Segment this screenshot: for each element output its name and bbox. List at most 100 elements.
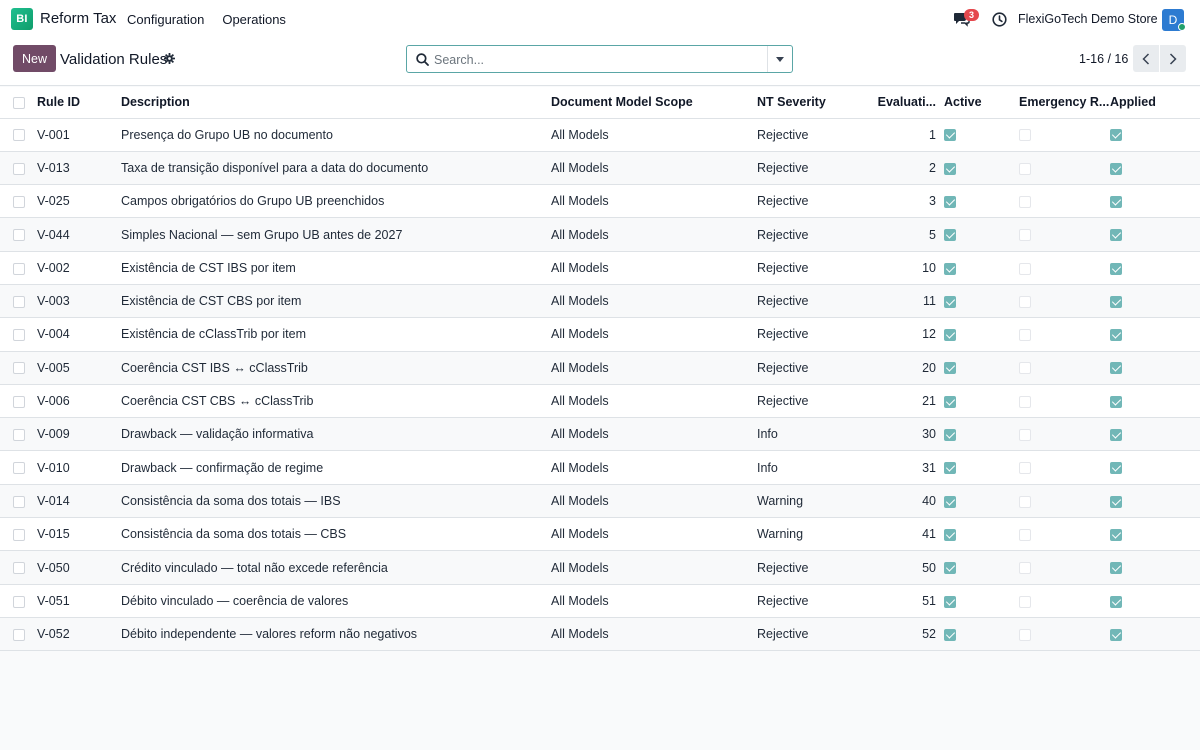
pager-previous-button[interactable] bbox=[1133, 45, 1159, 72]
row-select-checkbox[interactable] bbox=[13, 162, 25, 175]
emergency-checkbox[interactable] bbox=[1019, 595, 1031, 608]
applied-checkbox[interactable] bbox=[1110, 462, 1122, 475]
row-select-checkbox[interactable] bbox=[13, 329, 25, 342]
applied-checkbox[interactable] bbox=[1110, 495, 1122, 508]
row-select-checkbox[interactable] bbox=[13, 429, 25, 442]
active-checkbox[interactable] bbox=[944, 528, 956, 541]
applied-checkbox[interactable] bbox=[1110, 195, 1122, 208]
emergency-checkbox[interactable] bbox=[1019, 195, 1031, 208]
table-row[interactable]: V-005 Coerência CST IBS ↔ cClassTrib All M… bbox=[0, 351, 1200, 385]
emergency-checkbox[interactable] bbox=[1019, 429, 1031, 442]
column-header-scope[interactable]: Document Model Scope bbox=[551, 87, 757, 119]
row-select-checkbox[interactable] bbox=[13, 362, 25, 375]
emergency-checkbox[interactable] bbox=[1019, 162, 1031, 175]
applied-checkbox[interactable] bbox=[1110, 395, 1122, 408]
active-checkbox[interactable] bbox=[944, 495, 956, 508]
new-button[interactable]: New bbox=[13, 45, 56, 72]
row-select-checkbox[interactable] bbox=[13, 628, 25, 641]
column-header-severity[interactable]: NT Severity bbox=[757, 87, 863, 119]
row-select-checkbox[interactable] bbox=[13, 395, 25, 408]
emergency-checkbox[interactable] bbox=[1019, 329, 1031, 342]
row-select-checkbox[interactable] bbox=[13, 229, 25, 242]
column-header-rule-id[interactable]: Rule ID bbox=[37, 87, 121, 119]
applied-checkbox[interactable] bbox=[1110, 295, 1122, 308]
applied-checkbox[interactable] bbox=[1110, 429, 1122, 442]
nav-item-configuration[interactable]: Configuration bbox=[127, 12, 204, 27]
table-row[interactable]: V-003 Existência de CST CBS por item All M… bbox=[0, 284, 1200, 319]
active-checkbox[interactable] bbox=[944, 562, 956, 575]
table-row[interactable]: V-010 Drawback — confirmação de regime All… bbox=[0, 450, 1200, 485]
active-checkbox[interactable] bbox=[944, 262, 956, 275]
row-select-checkbox[interactable] bbox=[13, 295, 25, 308]
emergency-checkbox[interactable] bbox=[1019, 295, 1031, 308]
clock-icon[interactable] bbox=[992, 12, 1007, 27]
table-row[interactable]: V-015 Consistência da soma dos totais — C… bbox=[0, 517, 1200, 552]
table-row[interactable]: V-014 Consistência da soma dos totais — I… bbox=[0, 484, 1200, 519]
row-select-checkbox[interactable] bbox=[13, 495, 25, 508]
active-checkbox[interactable] bbox=[944, 229, 956, 242]
row-select-checkbox[interactable] bbox=[13, 528, 25, 541]
applied-checkbox[interactable] bbox=[1110, 129, 1122, 142]
active-checkbox[interactable] bbox=[944, 395, 956, 408]
table-row[interactable]: V-004 Existência de cClassTrib por item Al… bbox=[0, 317, 1200, 352]
emergency-checkbox[interactable] bbox=[1019, 628, 1031, 641]
applied-checkbox[interactable] bbox=[1110, 329, 1122, 342]
row-select-checkbox[interactable] bbox=[13, 562, 25, 575]
app-name[interactable]: Reform Tax bbox=[40, 10, 116, 27]
column-header-emergency[interactable]: Emergency R... bbox=[1019, 87, 1110, 119]
row-select-checkbox[interactable] bbox=[13, 129, 25, 142]
active-checkbox[interactable] bbox=[944, 162, 956, 175]
active-checkbox[interactable] bbox=[944, 429, 956, 442]
emergency-checkbox[interactable] bbox=[1019, 229, 1031, 242]
active-checkbox[interactable] bbox=[944, 195, 956, 208]
table-row[interactable]: V-050 Crédito vinculado — total não exced… bbox=[0, 550, 1200, 585]
table-row[interactable]: V-051 Débito vinculado — coerência de val… bbox=[0, 584, 1200, 618]
active-checkbox[interactable] bbox=[944, 329, 956, 342]
pager-next-button[interactable] bbox=[1160, 45, 1186, 72]
active-checkbox[interactable] bbox=[944, 362, 956, 375]
app-logo[interactable]: BI bbox=[11, 8, 33, 30]
column-header-description[interactable]: Description bbox=[121, 87, 551, 119]
applied-checkbox[interactable] bbox=[1110, 595, 1122, 608]
emergency-checkbox[interactable] bbox=[1019, 262, 1031, 275]
applied-checkbox[interactable] bbox=[1110, 262, 1122, 275]
table-row[interactable]: V-013 Taxa de transição disponível para a… bbox=[0, 151, 1200, 186]
applied-checkbox[interactable] bbox=[1110, 362, 1122, 375]
column-header-applied[interactable]: Applied bbox=[1110, 87, 1200, 119]
emergency-checkbox[interactable] bbox=[1019, 395, 1031, 408]
nav-item-operations[interactable]: Operations bbox=[222, 12, 286, 27]
select-all-checkbox[interactable] bbox=[13, 96, 25, 109]
applied-checkbox[interactable] bbox=[1110, 162, 1122, 175]
table-row[interactable]: V-025 Campos obrigatórios do Grupo UB pre… bbox=[0, 184, 1200, 219]
search-input[interactable] bbox=[434, 50, 764, 70]
applied-checkbox[interactable] bbox=[1110, 229, 1122, 242]
table-row[interactable]: V-009 Drawback — validação informativa All… bbox=[0, 417, 1200, 452]
emergency-checkbox[interactable] bbox=[1019, 562, 1031, 575]
column-header-evaluation[interactable]: Evaluati... bbox=[863, 87, 944, 119]
pager-value[interactable]: 1-16 / 16 bbox=[1079, 52, 1128, 66]
active-checkbox[interactable] bbox=[944, 595, 956, 608]
row-select-checkbox[interactable] bbox=[13, 595, 25, 608]
emergency-checkbox[interactable] bbox=[1019, 495, 1031, 508]
row-select-checkbox[interactable] bbox=[13, 195, 25, 208]
table-row[interactable]: V-044 Simples Nacional — sem Grupo UB ant… bbox=[0, 217, 1200, 252]
table-row[interactable]: V-001 Presença do Grupo UB no documento Al… bbox=[0, 118, 1200, 152]
table-row[interactable]: V-002 Existência de CST IBS por item All M… bbox=[0, 251, 1200, 285]
table-row[interactable]: V-052 Débito independente — valores refor… bbox=[0, 617, 1200, 652]
search-options-toggle[interactable] bbox=[767, 46, 792, 72]
row-select-checkbox[interactable] bbox=[13, 262, 25, 275]
applied-checkbox[interactable] bbox=[1110, 562, 1122, 575]
emergency-checkbox[interactable] bbox=[1019, 362, 1031, 375]
active-checkbox[interactable] bbox=[944, 129, 956, 142]
emergency-checkbox[interactable] bbox=[1019, 129, 1031, 142]
emergency-checkbox[interactable] bbox=[1019, 528, 1031, 541]
gear-icon[interactable] bbox=[164, 53, 175, 64]
applied-checkbox[interactable] bbox=[1110, 528, 1122, 541]
row-select-checkbox[interactable] bbox=[13, 462, 25, 475]
active-checkbox[interactable] bbox=[944, 295, 956, 308]
column-header-active[interactable]: Active bbox=[944, 87, 1019, 119]
company-switcher[interactable]: FlexiGoTech Demo Store bbox=[1018, 12, 1158, 26]
active-checkbox[interactable] bbox=[944, 628, 956, 641]
emergency-checkbox[interactable] bbox=[1019, 462, 1031, 475]
active-checkbox[interactable] bbox=[944, 462, 956, 475]
